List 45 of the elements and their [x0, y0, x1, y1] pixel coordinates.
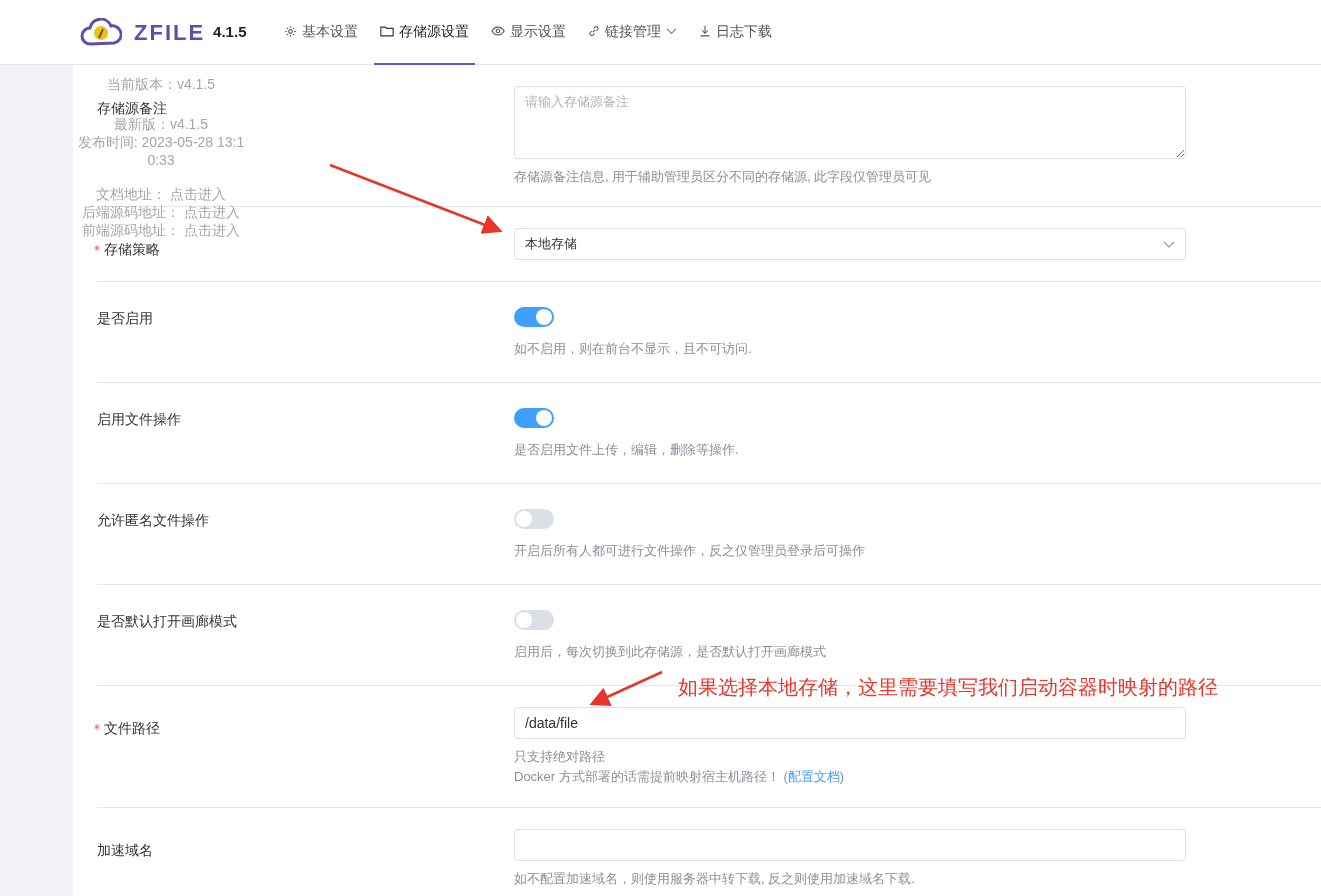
- version-info-text: 发布时间: 2023-05-28 13:10:33: [76, 133, 246, 169]
- link-label: 前端源码地址：: [82, 221, 180, 239]
- field-label: 允许匿名文件操作: [97, 510, 209, 530]
- toggle-switch[interactable]: [514, 610, 554, 630]
- nav-tab[interactable]: 链接管理: [582, 0, 684, 65]
- field-label: 文件路径: [104, 719, 160, 738]
- nav-tab[interactable]: 存储源设置: [374, 0, 476, 65]
- hint-text: 只支持绝对路径: [514, 748, 606, 766]
- hint-text: 如不启用，则在前台不显示，且不可访问.: [514, 340, 753, 358]
- field-label: 存储策略: [104, 240, 160, 259]
- field-label: 加速域名: [97, 841, 153, 860]
- eye-icon: [491, 26, 506, 36]
- field-label: 是否启用: [97, 308, 153, 328]
- toggle-switch[interactable]: [514, 509, 554, 529]
- chevron-down-icon: [1163, 240, 1175, 248]
- remark-textarea[interactable]: 请输入存储源备注: [514, 86, 1186, 159]
- cloud-logo-icon: [80, 18, 122, 46]
- hint-text: 启用后，每次切换到此存储源，是否默认打开画廊模式: [514, 643, 827, 661]
- version-info-text: 当前版本：v4.1.5: [106, 75, 216, 93]
- field-label: 启用文件操作: [97, 409, 181, 429]
- hint-text: 如不配置加速域名，则使用服务器中转下载, 反之则使用加速域名下载.: [514, 870, 916, 888]
- logo-text: ZFILE: [134, 18, 206, 47]
- folder-icon: [380, 25, 395, 37]
- nav-tab[interactable]: 基本设置: [278, 0, 365, 65]
- field-label: 是否默认打开画廊模式: [97, 611, 237, 631]
- text-input[interactable]: [514, 829, 1186, 861]
- nav-tab[interactable]: 日志下载: [693, 0, 779, 65]
- field-label: 存储源备注: [97, 99, 167, 117]
- link-label: 文档地址：: [96, 185, 166, 203]
- download-icon: [699, 25, 712, 37]
- link-icon: [588, 25, 601, 37]
- select-dropdown[interactable]: 本地存储: [514, 228, 1186, 260]
- nav-tab[interactable]: 显示设置: [485, 0, 573, 65]
- text-input[interactable]: /data/file: [514, 707, 1186, 739]
- hint-text: 是否启用文件上传，编辑，删除等操作.: [514, 441, 740, 459]
- toggle-switch[interactable]: [514, 307, 554, 327]
- version-text: 4.1.5: [213, 21, 247, 42]
- hint-text: 开启后所有人都可进行文件操作，反之仅管理员登录后可操作: [514, 542, 866, 560]
- toggle-switch[interactable]: [514, 408, 554, 428]
- gear-icon: [284, 24, 298, 38]
- hint-text: 存储源备注信息, 用于辅助管理员区分不同的存储源, 此字段仅管理员可见: [514, 168, 933, 186]
- version-info-text: 最新版：v4.1.5: [113, 115, 209, 133]
- annotation-text: 如果选择本地存储，这里需要填写我们启动容器时映射的路径: [678, 675, 1218, 700]
- hint-text: Docker 方式部署的话需提前映射宿主机路径！ (配置文档): [514, 768, 846, 786]
- link-label: 后端源码地址：: [82, 203, 180, 221]
